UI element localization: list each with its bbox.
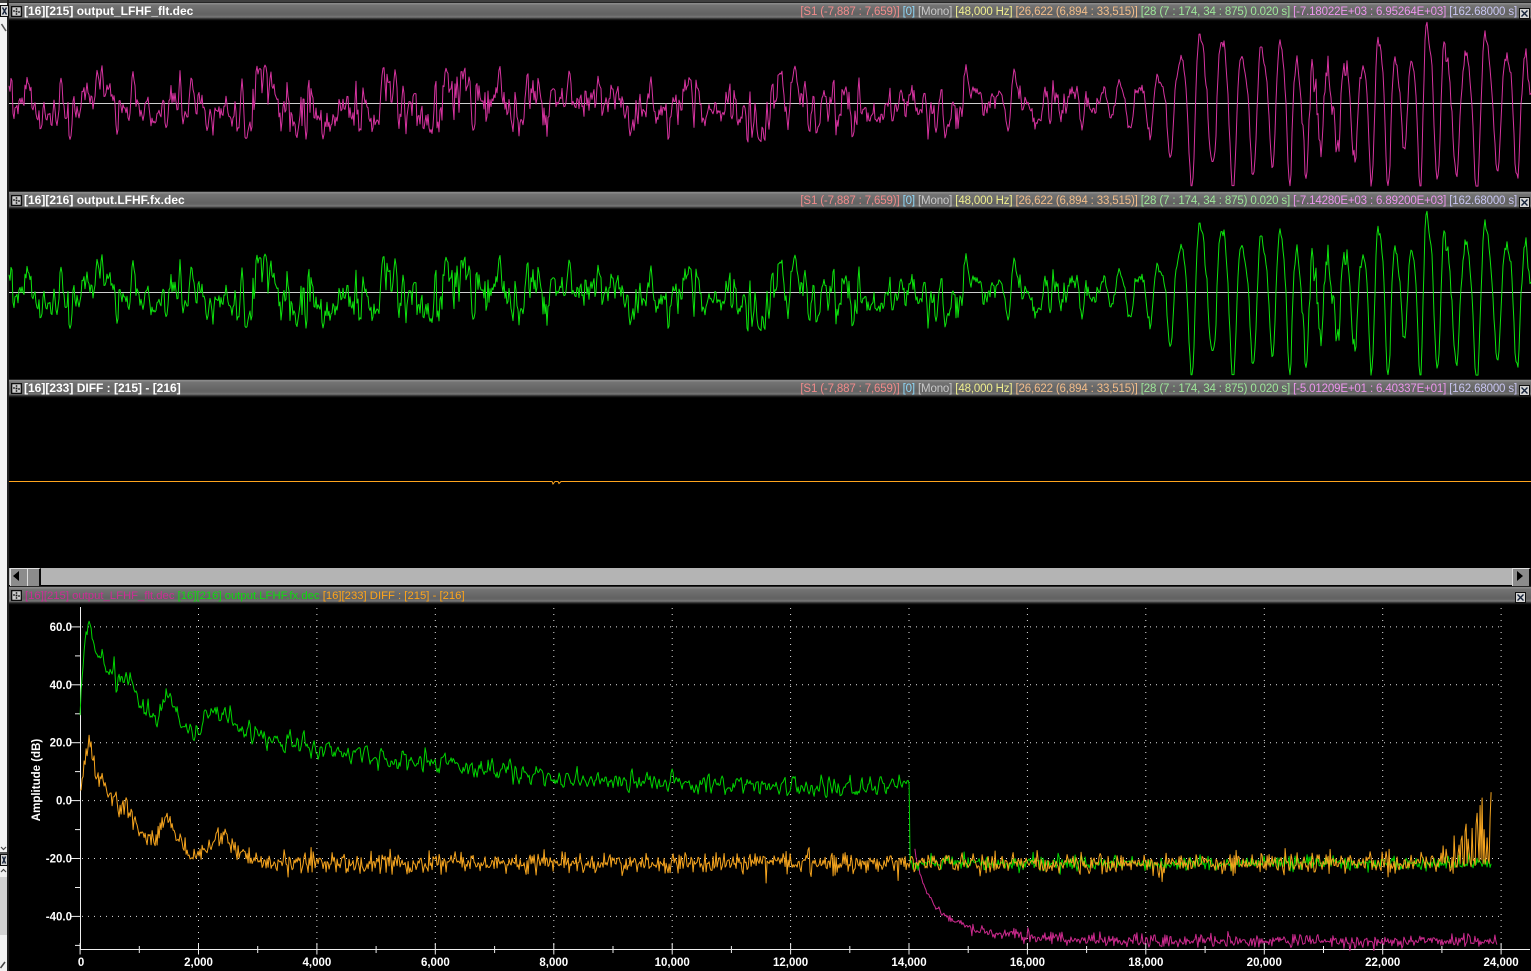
svg-text:20,000: 20,000 (1247, 957, 1282, 969)
svg-text:4,000: 4,000 (303, 957, 332, 969)
svg-text:18,000: 18,000 (1128, 957, 1163, 969)
svg-text:2,000: 2,000 (184, 957, 213, 969)
svg-text:8,000: 8,000 (539, 957, 568, 969)
svg-text:40.0: 40.0 (50, 680, 72, 692)
svg-text:10,000: 10,000 (655, 957, 690, 969)
svg-text:16,000: 16,000 (1010, 957, 1045, 969)
svg-text:6,000: 6,000 (421, 957, 450, 969)
svg-text:60.0: 60.0 (50, 622, 72, 634)
svg-text:22,000: 22,000 (1365, 957, 1400, 969)
svg-text:-40.0: -40.0 (46, 911, 72, 923)
svg-text:20.0: 20.0 (50, 738, 72, 750)
svg-text:24,000: 24,000 (1484, 957, 1519, 969)
svg-text:14,000: 14,000 (891, 957, 926, 969)
svg-text:-20.0: -20.0 (46, 854, 72, 866)
svg-text:12,000: 12,000 (773, 957, 808, 969)
svg-text:0: 0 (78, 957, 84, 969)
svg-text:0.0: 0.0 (56, 796, 72, 808)
svg-text:Amplitude (dB): Amplitude (dB) (31, 739, 43, 822)
